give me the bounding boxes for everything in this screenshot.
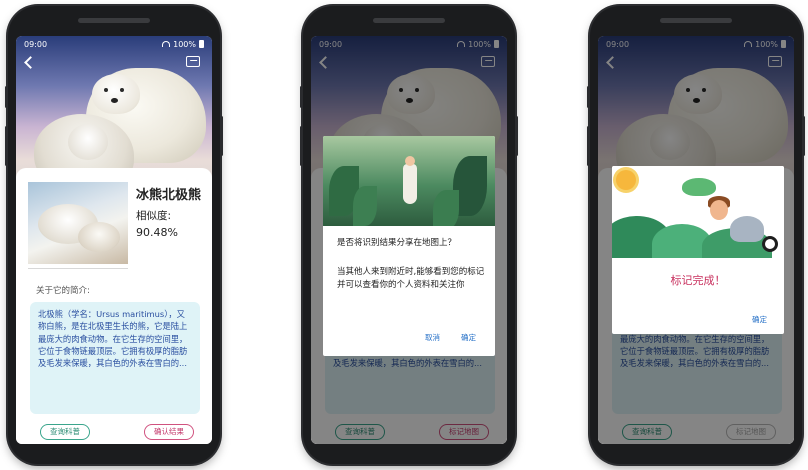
intro-text: 北极熊（学名：Ursus maritimus），又称白熊，是在北极里生长的熊，它… [30, 302, 200, 414]
volume-button [587, 86, 590, 108]
status-right: 100% [162, 40, 204, 49]
result-card: 冰熊北极熊 相似度: 90.48% 关于它的简介: 北极熊（学名：Ursus m… [16, 168, 212, 444]
kid-figure [710, 200, 728, 220]
bear-head [92, 74, 140, 114]
done-dialog: 标记完成！ 确定 [612, 166, 784, 334]
bear-cub-head [68, 124, 108, 160]
share-screen: 09:00 100% 北极熊（学名：Ursus maritimus），又称白熊，… [311, 36, 507, 444]
divider [28, 268, 128, 269]
battery-icon [199, 40, 204, 48]
animals-illustration [612, 166, 784, 258]
status-time: 09:00 [24, 39, 48, 49]
share-description: 当其他人来到附近时,能够看到您的标记并可以查看你的个人资料和关注你 [337, 267, 485, 290]
photo-icon[interactable] [186, 56, 200, 67]
phone-share-dialog: 09:00 100% 北极熊（学名：Ursus maritimus），又称白熊，… [300, 6, 518, 464]
done-screen: 09:00 100% 北极熊（学名：Ursus maritimus），又称白熊，… [598, 36, 794, 444]
battery-percent: 100% [173, 39, 196, 49]
volume-button [300, 86, 303, 108]
bear-nose [111, 98, 118, 103]
intro-label: 关于它的简介: [36, 286, 90, 296]
forest-illustration [323, 136, 495, 226]
ok-button[interactable]: 确定 [752, 314, 767, 325]
share-dialog: 是否将识别结果分享在地图上？ 当其他人来到附近时,能够看到您的标记并可以查看你的… [323, 136, 495, 356]
volume-button [5, 126, 8, 166]
share-question: 是否将识别结果分享在地图上？ [337, 238, 457, 248]
bear-eye [104, 88, 108, 92]
confirm-result-button[interactable]: 确认结果 [144, 424, 194, 440]
phone-result: 09:00 100% 冰熊北极熊 相似度: 90.48% 关于它的简介: 北极熊… [5, 6, 223, 464]
top-bar [16, 54, 212, 76]
leaf-shape [433, 190, 459, 226]
result-screen: 09:00 100% 冰熊北极熊 相似度: 90.48% 关于它的简介: 北极熊… [16, 36, 212, 444]
ok-button[interactable]: 确定 [461, 332, 476, 343]
dragon-figure [682, 178, 716, 196]
volume-button [300, 126, 303, 166]
query-science-button[interactable]: 查询科普 [40, 424, 90, 440]
back-icon[interactable] [24, 56, 37, 69]
similarity-label: 相似度: [136, 210, 172, 222]
girl-head [405, 156, 415, 166]
girl-figure [403, 164, 417, 204]
volume-button [5, 86, 8, 108]
mockup-stage: 09:00 100% 冰熊北极熊 相似度: 90.48% 关于它的简介: 北极熊… [0, 0, 808, 470]
elephant-figure [730, 216, 764, 242]
cancel-button[interactable]: 取消 [425, 332, 440, 343]
result-thumbnail [28, 182, 128, 264]
phone-done-dialog: 09:00 100% 北极熊（学名：Ursus maritimus），又称白熊，… [587, 6, 805, 464]
thumb-bear [78, 222, 120, 252]
sun-shape [616, 170, 636, 190]
status-bar: 09:00 100% [16, 36, 212, 52]
wifi-icon [162, 41, 171, 47]
mark-done-title: 标记完成！ [670, 274, 726, 287]
bear-eye [120, 88, 124, 92]
animal-name: 冰熊北极熊 [136, 188, 202, 203]
volume-button [587, 126, 590, 166]
panda-figure [762, 236, 778, 252]
similarity-value: 90.48% [136, 226, 178, 239]
leaf-shape [353, 186, 377, 226]
